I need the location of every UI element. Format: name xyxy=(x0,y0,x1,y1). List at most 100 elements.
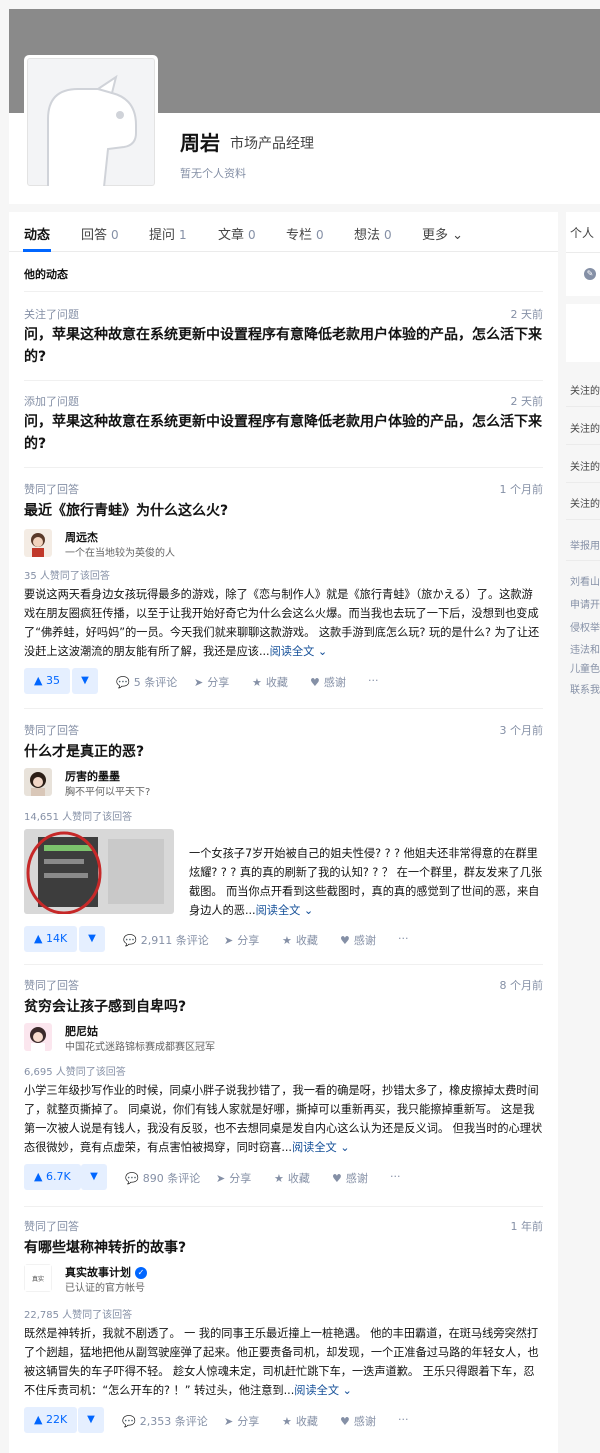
tab-columns[interactable]: 专栏 0 xyxy=(286,224,324,243)
footer-link[interactable]: 刘看山 xyxy=(570,573,600,588)
footer-link[interactable]: 儿童色 xyxy=(570,660,600,675)
footer-link[interactable]: 联系我 xyxy=(570,681,600,696)
share-icon: ➤ xyxy=(224,934,234,947)
answer-excerpt[interactable]: 既然是神转折，我就不剧透了。 一 我的同事王乐最近撞上一桩艳遇。 他的丰田霸道，… xyxy=(24,1324,543,1400)
read-more-link[interactable]: 阅读全文 ⌄ xyxy=(256,904,314,917)
favorite-button[interactable]: ★ 收藏 xyxy=(282,1413,318,1429)
author-avatar[interactable] xyxy=(24,1023,52,1051)
read-more-link[interactable]: 阅读全文 ⌄ xyxy=(294,1384,352,1397)
author-name[interactable]: 肥尼姑 xyxy=(65,1023,98,1039)
footer-link[interactable]: 违法和 xyxy=(570,641,600,656)
list-item: 赞同了回答 8 个月前 贫穷会让孩子感到自卑吗? 肥尼姑 中国花式迷路锦标赛成都… xyxy=(24,977,543,1202)
share-icon: ➤ xyxy=(194,676,204,689)
sidebar-link[interactable]: 关注的 xyxy=(570,382,600,397)
tab-questions[interactable]: 提问 1 xyxy=(149,224,187,243)
item-meta: 关注了问题 2 天前 xyxy=(24,306,543,322)
report-user-link[interactable]: 举报用 xyxy=(570,537,600,552)
action-bar: ▲ 22K ▼ 💬 2,353 条评论 ➤ 分享 ★ 收藏 ♥ 感谢 ··· xyxy=(24,1407,543,1433)
downvote-button[interactable]: ▼ xyxy=(79,926,105,952)
author-name[interactable]: 厉害的墨墨 xyxy=(65,768,120,784)
list-item: 关注了问题 2 天前 问，苹果这种故意在系统更新中设置程序有意降低老款用户体验的… xyxy=(24,306,543,370)
list-item: 添加了问题 2 天前 问，苹果这种故意在系统更新中设置程序有意降低老款用户体验的… xyxy=(24,393,543,457)
divider xyxy=(566,444,600,445)
item-time: 2 天前 xyxy=(510,395,544,408)
sidebar-link[interactable]: 关注的 xyxy=(570,458,600,473)
question-title[interactable]: 最近《旅行青蛙》为什么这么火? xyxy=(24,500,543,522)
vote-summary: 6,695 人赞同了该回答 xyxy=(24,1067,126,1078)
tab-activity[interactable]: 动态 xyxy=(24,224,50,243)
item-action: 赞同了回答 xyxy=(24,724,79,737)
comment-button[interactable]: 💬 890 条评论 xyxy=(125,1170,200,1186)
answer-excerpt[interactable]: 小学三年级抄写作业的时候，同桌小胖子说我抄错了，我一看的确是呀，抄错太多了，橡皮… xyxy=(24,1081,543,1157)
downvote-button[interactable]: ▼ xyxy=(81,1164,107,1190)
share-icon: ➤ xyxy=(224,1415,234,1428)
tab-ideas[interactable]: 想法 0 xyxy=(354,224,392,243)
upvote-button[interactable]: ▲ 35 xyxy=(24,668,70,694)
author-avatar[interactable] xyxy=(24,529,52,557)
footer-link[interactable]: 申请开 xyxy=(570,596,600,611)
share-button[interactable]: ➤ 分享 xyxy=(224,932,259,948)
downvote-button[interactable]: ▼ xyxy=(72,668,98,694)
thanks-button[interactable]: ♥ 感谢 xyxy=(340,932,376,948)
tab-answers[interactable]: 回答 0 xyxy=(81,224,119,243)
more-options-button[interactable]: ··· xyxy=(390,1170,401,1183)
answer-excerpt[interactable]: 要说这两天看身边女孩玩得最多的游戏，除了《恋与制作人》就是《旅行青蛙》（旅かえる… xyxy=(24,585,543,661)
tab-articles[interactable]: 文章 0 xyxy=(218,224,256,243)
question-title[interactable]: 有哪些堪称神转折的故事? xyxy=(24,1237,543,1259)
avatar[interactable] xyxy=(24,55,158,189)
profile-tabs: 动态 回答 0 提问 1 文章 0 专栏 0 想法 0 更多 ⌄ xyxy=(9,212,558,252)
more-options-button[interactable]: ··· xyxy=(398,932,409,945)
favorite-button[interactable]: ★ 收藏 xyxy=(252,674,288,690)
heart-icon: ♥ xyxy=(340,934,350,947)
upvote-button[interactable]: ▲ 22K xyxy=(24,1407,78,1433)
comment-button[interactable]: 💬 5 条评论 xyxy=(116,674,177,690)
list-item: 赞同了回答 3 个月前 什么才是真正的恶? 厉害的墨墨 胸不平何以平天下? 14… xyxy=(24,722,543,958)
divider xyxy=(24,467,543,468)
more-options-button[interactable]: ··· xyxy=(398,1413,409,1426)
sidebar-link[interactable]: 关注的 xyxy=(570,495,600,510)
page-background xyxy=(0,0,600,9)
question-title[interactable]: 什么才是真正的恶? xyxy=(24,741,543,763)
author-name[interactable]: 真实故事计划 ✓ xyxy=(65,1264,147,1280)
answer-thumbnail[interactable] xyxy=(24,829,174,914)
thanks-button[interactable]: ♥ 感谢 xyxy=(332,1170,368,1186)
pencil-icon[interactable]: ✎ xyxy=(584,268,596,280)
comment-button[interactable]: 💬 2,911 条评论 xyxy=(123,932,209,948)
downvote-button[interactable]: ▼ xyxy=(78,1407,104,1433)
item-meta: 赞同了回答 1 个月前 xyxy=(24,481,543,497)
list-item: 赞同了回答 1 个月前 最近《旅行青蛙》为什么这么火? 周远杰 一个在当地较为英… xyxy=(24,481,543,701)
divider xyxy=(24,964,543,965)
comment-button[interactable]: 💬 2,353 条评论 xyxy=(122,1413,208,1429)
star-icon: ★ xyxy=(282,934,292,947)
item-action: 添加了问题 xyxy=(24,395,79,408)
vote-summary: 22,785 人赞同了该回答 xyxy=(24,1310,133,1321)
action-bar: ▲ 6.7K ▼ 💬 890 条评论 ➤ 分享 ★ 收藏 ♥ 感谢 ··· xyxy=(24,1164,543,1190)
question-title[interactable]: 问，苹果这种故意在系统更新中设置程序有意降低老款用户体验的产品，怎么活下来的? xyxy=(24,411,543,455)
tab-more[interactable]: 更多 ⌄ xyxy=(422,224,463,243)
upvote-button[interactable]: ▲ 6.7K xyxy=(24,1164,81,1190)
thanks-button[interactable]: ♥ 感谢 xyxy=(340,1413,376,1429)
read-more-link[interactable]: 阅读全文 ⌄ xyxy=(292,1141,350,1154)
upvote-button[interactable]: ▲ 14K xyxy=(24,926,78,952)
author-name[interactable]: 周远杰 xyxy=(65,529,98,545)
favorite-button[interactable]: ★ 收藏 xyxy=(274,1170,310,1186)
favorite-button[interactable]: ★ 收藏 xyxy=(282,932,318,948)
item-time: 2 天前 xyxy=(510,308,544,321)
comment-icon: 💬 xyxy=(125,1172,139,1185)
author-avatar[interactable]: 真实 xyxy=(24,1264,52,1292)
more-options-button[interactable]: ··· xyxy=(368,674,379,687)
share-button[interactable]: ➤ 分享 xyxy=(224,1413,259,1429)
chevron-down-icon: ⌄ xyxy=(448,228,464,243)
item-time: 8 个月前 xyxy=(499,979,544,992)
author-avatar[interactable] xyxy=(24,768,52,796)
footer-link[interactable]: 侵权举 xyxy=(570,619,600,634)
share-button[interactable]: ➤ 分享 xyxy=(194,674,229,690)
item-meta: 添加了问题 2 天前 xyxy=(24,393,543,409)
read-more-link[interactable]: 阅读全文 ⌄ xyxy=(270,645,328,658)
answer-excerpt[interactable]: 一个女孩子7岁开始被自己的姐夫性侵? ? ? 他姐夫还非常得意的在群里炫耀? ?… xyxy=(189,844,543,920)
question-title[interactable]: 问，苹果这种故意在系统更新中设置程序有意降低老款用户体验的产品，怎么活下来的? xyxy=(24,324,543,368)
thanks-button[interactable]: ♥ 感谢 xyxy=(310,674,346,690)
sidebar-link[interactable]: 关注的 xyxy=(570,420,600,435)
share-button[interactable]: ➤ 分享 xyxy=(216,1170,251,1186)
question-title[interactable]: 贫穷会让孩子感到自卑吗? xyxy=(24,996,543,1018)
